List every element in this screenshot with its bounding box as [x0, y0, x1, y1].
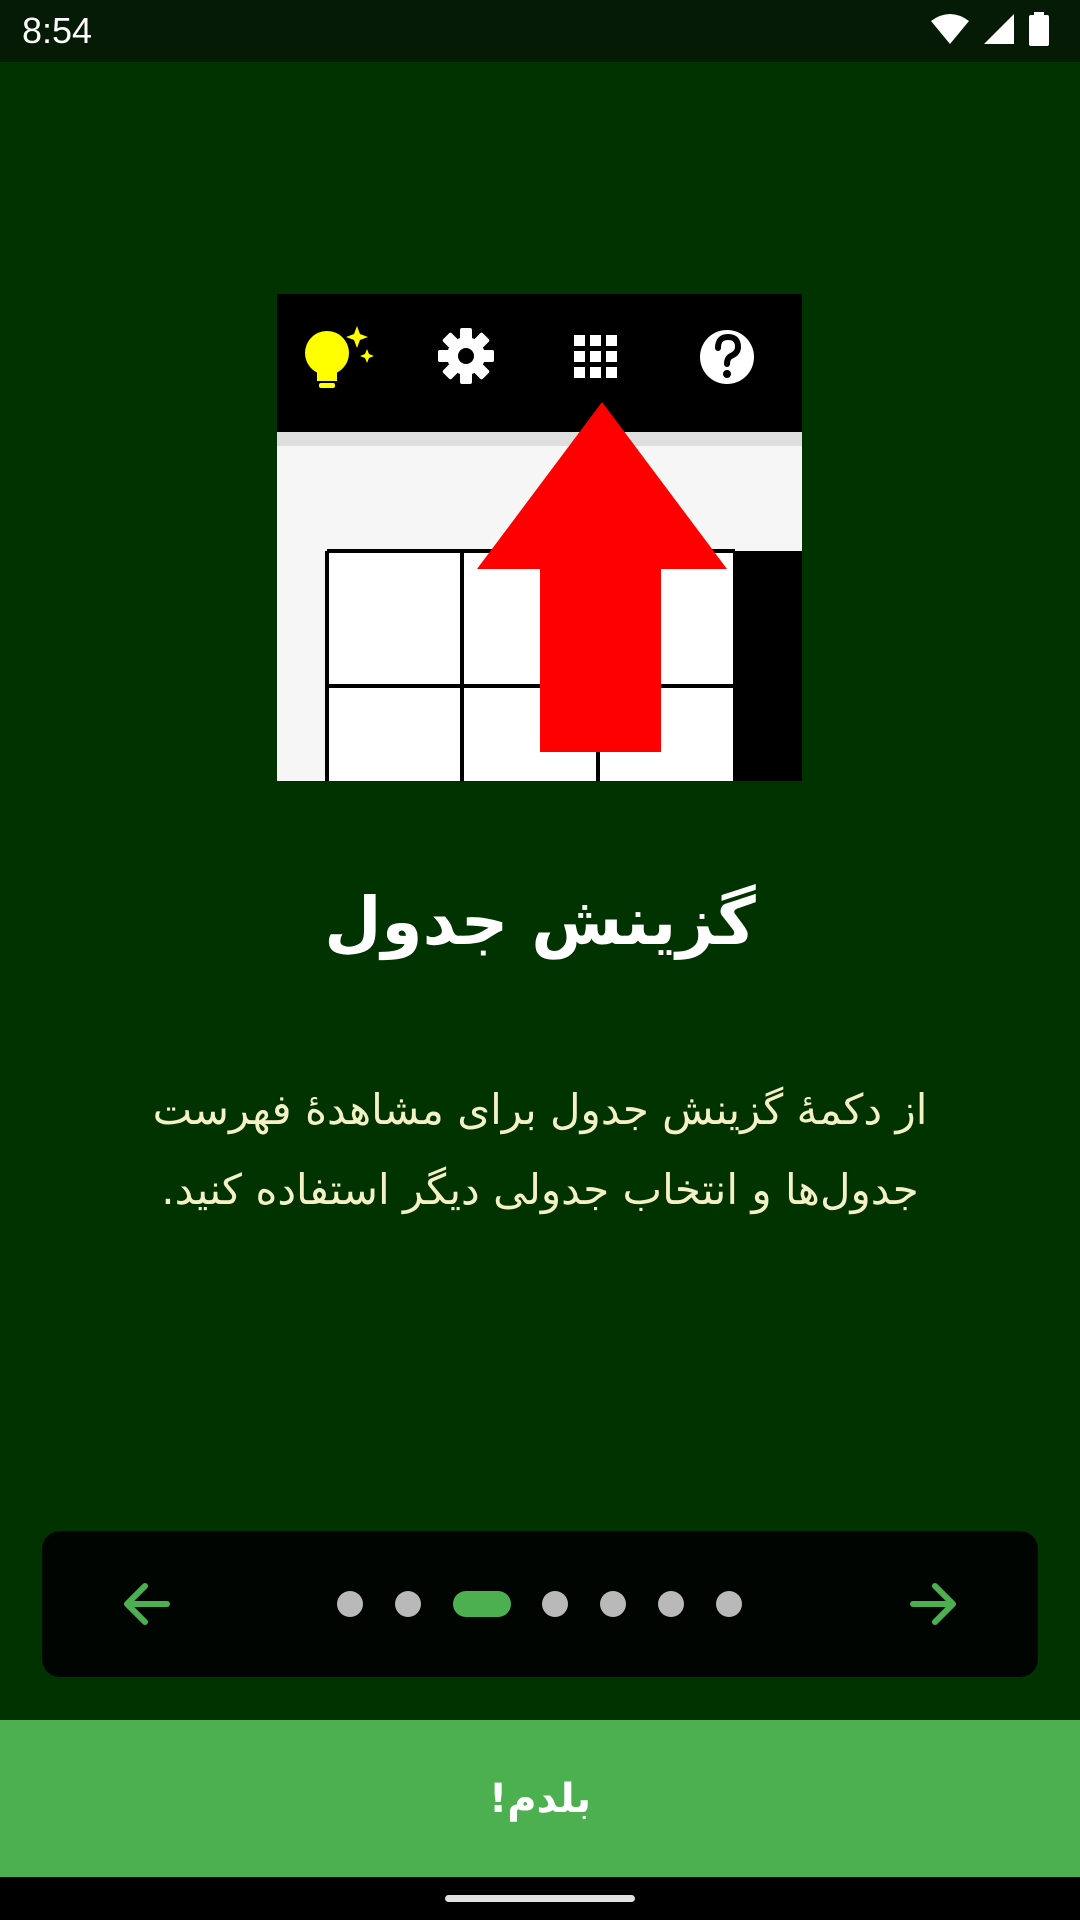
page-dots: [42, 1531, 1038, 1677]
page-dot[interactable]: [542, 1591, 568, 1617]
page-dot[interactable]: [716, 1591, 742, 1617]
gear-icon: [438, 328, 494, 384]
page-title: گزینش جدول: [324, 883, 756, 960]
got-it-button[interactable]: بلدم!: [0, 1720, 1080, 1877]
home-indicator[interactable]: [445, 1895, 635, 1902]
status-icons: [930, 12, 1050, 50]
next-page-button[interactable]: [904, 1574, 964, 1634]
help-icon: [700, 330, 754, 384]
page-description: از دکمهٔ گزینش جدول برای مشاهدهٔ فهرست ج…: [90, 1070, 990, 1230]
battery-icon: [1028, 12, 1050, 50]
wifi-icon: [930, 13, 970, 49]
page-dot-active[interactable]: [453, 1591, 511, 1617]
description-line: جدول‌ها و انتخاب جدولی دیگر استفاده کنید…: [161, 1165, 919, 1214]
onboarding-screen: گزینش جدول از دکمهٔ گزینش جدول برای مشاه…: [0, 62, 1080, 1720]
previous-page-button[interactable]: [116, 1574, 176, 1634]
description-line: از دکمهٔ گزینش جدول برای مشاهدهٔ فهرست: [152, 1085, 928, 1134]
page-dot[interactable]: [337, 1591, 363, 1617]
arrow-left-icon: [124, 1583, 170, 1625]
system-nav-bar: [0, 1877, 1080, 1920]
tutorial-illustration: [277, 294, 802, 781]
page-indicator-bar: [42, 1531, 1038, 1677]
arrow-right-icon: [910, 1583, 956, 1625]
page-dot[interactable]: [600, 1591, 626, 1617]
grid-icon: [574, 335, 617, 378]
status-time: 8:54: [22, 10, 93, 51]
page-dot[interactable]: [658, 1591, 684, 1617]
signal-icon: [982, 13, 1016, 49]
status-bar: 8:54: [0, 0, 1080, 62]
page-dot[interactable]: [395, 1591, 421, 1617]
